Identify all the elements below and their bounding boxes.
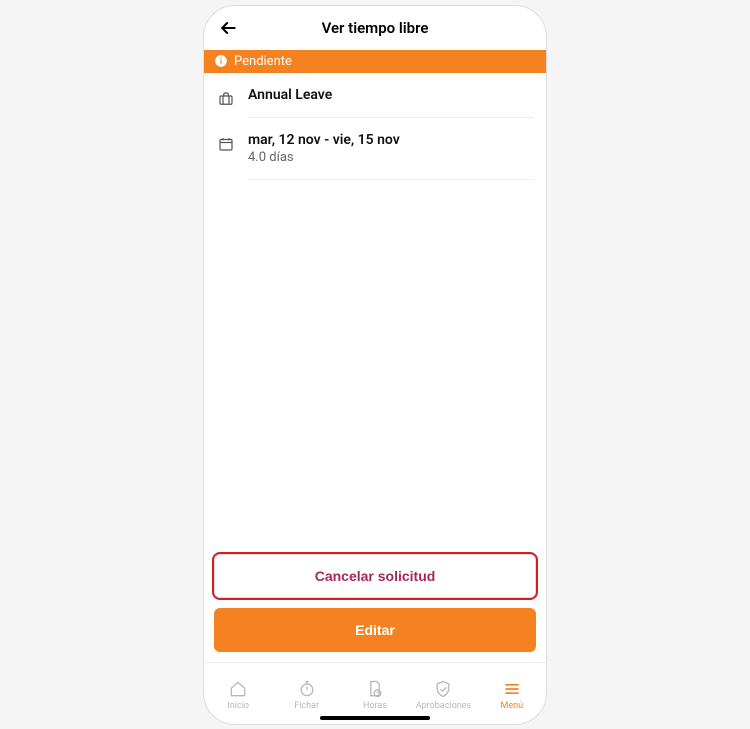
tab-hours[interactable]: Horas — [341, 679, 409, 711]
status-label: Pendiente — [234, 54, 292, 69]
menu-icon — [501, 679, 523, 699]
calendar-icon — [216, 134, 236, 154]
back-arrow-icon — [218, 18, 238, 38]
tab-bar: Inicio Fichar Horas Aprobaciones Menú — [204, 662, 546, 724]
leave-type-row: Annual Leave — [204, 73, 546, 118]
leave-duration: 4.0 días — [248, 150, 534, 165]
tab-hours-label: Horas — [363, 701, 387, 711]
tab-menu-label: Menú — [501, 701, 524, 711]
status-banner: Pendiente — [204, 50, 546, 73]
actions-area: Cancelar solicitud Editar — [204, 554, 546, 662]
info-icon — [214, 54, 228, 68]
content-area: Annual Leave mar, 12 nov - vie, 15 nov 4… — [204, 73, 546, 554]
tab-approvals-label: Aprobaciones — [416, 701, 471, 711]
cancel-request-button[interactable]: Cancelar solicitud — [214, 554, 536, 598]
tab-approvals[interactable]: Aprobaciones — [409, 679, 477, 711]
tab-home-label: Inicio — [227, 701, 249, 711]
suitcase-icon — [216, 89, 236, 109]
app-header: Ver tiempo libre — [204, 6, 546, 50]
document-clock-icon — [364, 679, 386, 699]
phone-frame: Ver tiempo libre Pendiente Annual Leave … — [203, 5, 547, 725]
home-icon — [227, 679, 249, 699]
tab-clock-label: Fichar — [294, 701, 319, 711]
home-indicator — [320, 716, 430, 720]
leave-date-range: mar, 12 nov - vie, 15 nov — [248, 132, 534, 148]
page-title: Ver tiempo libre — [322, 19, 429, 37]
shield-check-icon — [432, 679, 454, 699]
tab-menu[interactable]: Menú — [478, 679, 546, 711]
back-button[interactable] — [214, 14, 242, 42]
leave-type-label: Annual Leave — [248, 87, 534, 103]
leave-dates-row: mar, 12 nov - vie, 15 nov 4.0 días — [204, 118, 546, 180]
edit-button[interactable]: Editar — [214, 608, 536, 652]
stopwatch-icon — [296, 679, 318, 699]
tab-home[interactable]: Inicio — [204, 679, 272, 711]
tab-clock[interactable]: Fichar — [272, 679, 340, 711]
